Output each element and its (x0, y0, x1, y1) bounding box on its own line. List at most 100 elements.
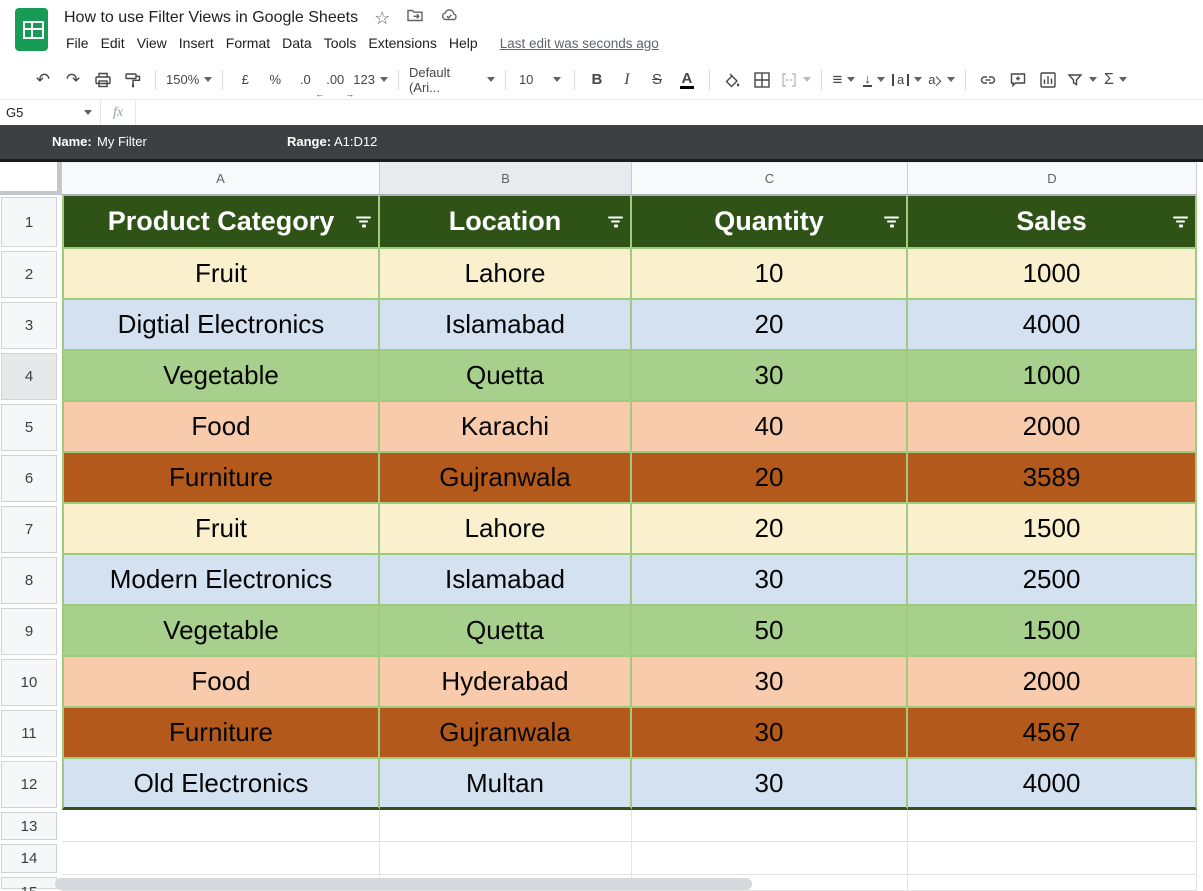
row-header-10[interactable]: 10 (0, 657, 62, 708)
move-to-folder-icon[interactable] (406, 6, 424, 29)
merge-cells-button[interactable] (777, 67, 814, 93)
cell-B13[interactable] (380, 810, 632, 842)
row-header-6[interactable]: 6 (0, 453, 62, 504)
name-box[interactable]: G5 (0, 100, 100, 125)
cell-C2[interactable]: 10 (632, 249, 908, 300)
row-header-14[interactable]: 14 (0, 842, 62, 875)
filter-icon[interactable] (356, 216, 371, 227)
menu-extensions[interactable]: Extensions (362, 33, 442, 53)
decrease-decimal-button[interactable]: .0 ← (290, 67, 324, 99)
row-header-4[interactable]: 4 (0, 351, 62, 402)
last-edit-link[interactable]: Last edit was seconds ago (500, 36, 659, 51)
menu-insert[interactable]: Insert (173, 33, 220, 53)
cell-D8[interactable]: 2500 (908, 555, 1197, 606)
cell-B14[interactable] (380, 842, 632, 875)
cell-D2[interactable]: 1000 (908, 249, 1197, 300)
cell-C12[interactable]: 30 (632, 759, 908, 810)
menu-format[interactable]: Format (220, 33, 276, 53)
cell-A9[interactable]: Vegetable (62, 606, 380, 657)
row-header-9[interactable]: 9 (0, 606, 62, 657)
menu-view[interactable]: View (131, 33, 173, 53)
cell-D14[interactable] (908, 842, 1197, 875)
cell-A1[interactable]: Product Category (62, 195, 380, 249)
cell-A12[interactable]: Old Electronics (62, 759, 380, 810)
filter-name-value[interactable]: My Filter (97, 134, 147, 149)
cell-C14[interactable] (632, 842, 908, 875)
cell-A2[interactable]: Fruit (62, 249, 380, 300)
cell-B2[interactable]: Lahore (380, 249, 632, 300)
filter-icon[interactable] (1173, 216, 1188, 227)
cell-C1[interactable]: Quantity (632, 195, 908, 249)
column-header-b[interactable]: B (380, 162, 632, 195)
text-rotation-button[interactable]: a (925, 67, 958, 93)
insert-comment-button[interactable] (1003, 67, 1033, 93)
row-header-12[interactable]: 12 (0, 759, 62, 810)
cell-A5[interactable]: Food (62, 402, 380, 453)
cell-A13[interactable] (62, 810, 380, 842)
cell-A6[interactable]: Furniture (62, 453, 380, 504)
cell-D3[interactable]: 4000 (908, 300, 1197, 351)
vertical-align-button[interactable]: ↓ (859, 67, 889, 93)
cell-B8[interactable]: Islamabad (380, 555, 632, 606)
cloud-saved-icon[interactable] (440, 6, 459, 29)
currency-format-button[interactable]: £ (230, 67, 260, 93)
cell-D4[interactable]: 1000 (908, 351, 1197, 402)
cell-B11[interactable]: Gujranwala (380, 708, 632, 759)
redo-button[interactable]: ↷ (58, 67, 88, 93)
cell-A7[interactable]: Fruit (62, 504, 380, 555)
column-header-a[interactable]: A (62, 162, 380, 195)
cell-B12[interactable]: Multan (380, 759, 632, 810)
cell-D15[interactable] (908, 875, 1197, 891)
cell-D13[interactable] (908, 810, 1197, 842)
formula-input[interactable] (136, 100, 1203, 125)
cell-B6[interactable]: Gujranwala (380, 453, 632, 504)
menu-help[interactable]: Help (443, 33, 484, 53)
cell-D1[interactable]: Sales (908, 195, 1197, 249)
menu-tools[interactable]: Tools (318, 33, 363, 53)
cell-D11[interactable]: 4567 (908, 708, 1197, 759)
cell-C13[interactable] (632, 810, 908, 842)
cell-A14[interactable] (62, 842, 380, 875)
cell-D12[interactable]: 4000 (908, 759, 1197, 810)
row-header-7[interactable]: 7 (0, 504, 62, 555)
row-header-13[interactable]: 13 (0, 810, 62, 842)
filter-range-value[interactable]: A1:D12 (334, 134, 377, 149)
row-header-11[interactable]: 11 (0, 708, 62, 759)
document-title[interactable]: How to use Filter Views in Google Sheets (64, 9, 358, 27)
row-header-8[interactable]: 8 (0, 555, 62, 606)
horizontal-align-button[interactable]: ≡ (829, 67, 859, 93)
sheets-logo-icon[interactable] (15, 8, 48, 51)
select-all-corner[interactable] (0, 162, 62, 195)
more-formats-button[interactable]: 123 (350, 67, 391, 93)
cell-D5[interactable]: 2000 (908, 402, 1197, 453)
italic-button[interactable]: I (612, 67, 642, 93)
undo-button[interactable]: ↶ (28, 67, 58, 93)
cell-D7[interactable]: 1500 (908, 504, 1197, 555)
text-wrap-button[interactable]: a (889, 67, 925, 93)
cell-D9[interactable]: 1500 (908, 606, 1197, 657)
cell-B4[interactable]: Quetta (380, 351, 632, 402)
font-select[interactable]: Default (Ari... (406, 65, 498, 95)
cell-B7[interactable]: Lahore (380, 504, 632, 555)
cell-C10[interactable]: 30 (632, 657, 908, 708)
font-size-select[interactable]: 10 (513, 67, 567, 93)
cell-C4[interactable]: 30 (632, 351, 908, 402)
create-filter-button[interactable] (1063, 67, 1100, 93)
percent-format-button[interactable]: % (260, 67, 290, 93)
cell-C11[interactable]: 30 (632, 708, 908, 759)
text-color-button[interactable]: A (672, 67, 702, 93)
menu-data[interactable]: Data (276, 33, 318, 53)
paint-format-button[interactable] (118, 67, 148, 93)
cell-A11[interactable]: Furniture (62, 708, 380, 759)
column-header-d[interactable]: D (908, 162, 1197, 195)
print-button[interactable] (88, 67, 118, 93)
cell-B9[interactable]: Quetta (380, 606, 632, 657)
cell-D6[interactable]: 3589 (908, 453, 1197, 504)
cell-A4[interactable]: Vegetable (62, 351, 380, 402)
row-header-2[interactable]: 2 (0, 249, 62, 300)
cell-C8[interactable]: 30 (632, 555, 908, 606)
menu-edit[interactable]: Edit (95, 33, 131, 53)
fill-color-button[interactable] (717, 67, 747, 93)
cell-C7[interactable]: 20 (632, 504, 908, 555)
bold-button[interactable]: B (582, 67, 612, 93)
